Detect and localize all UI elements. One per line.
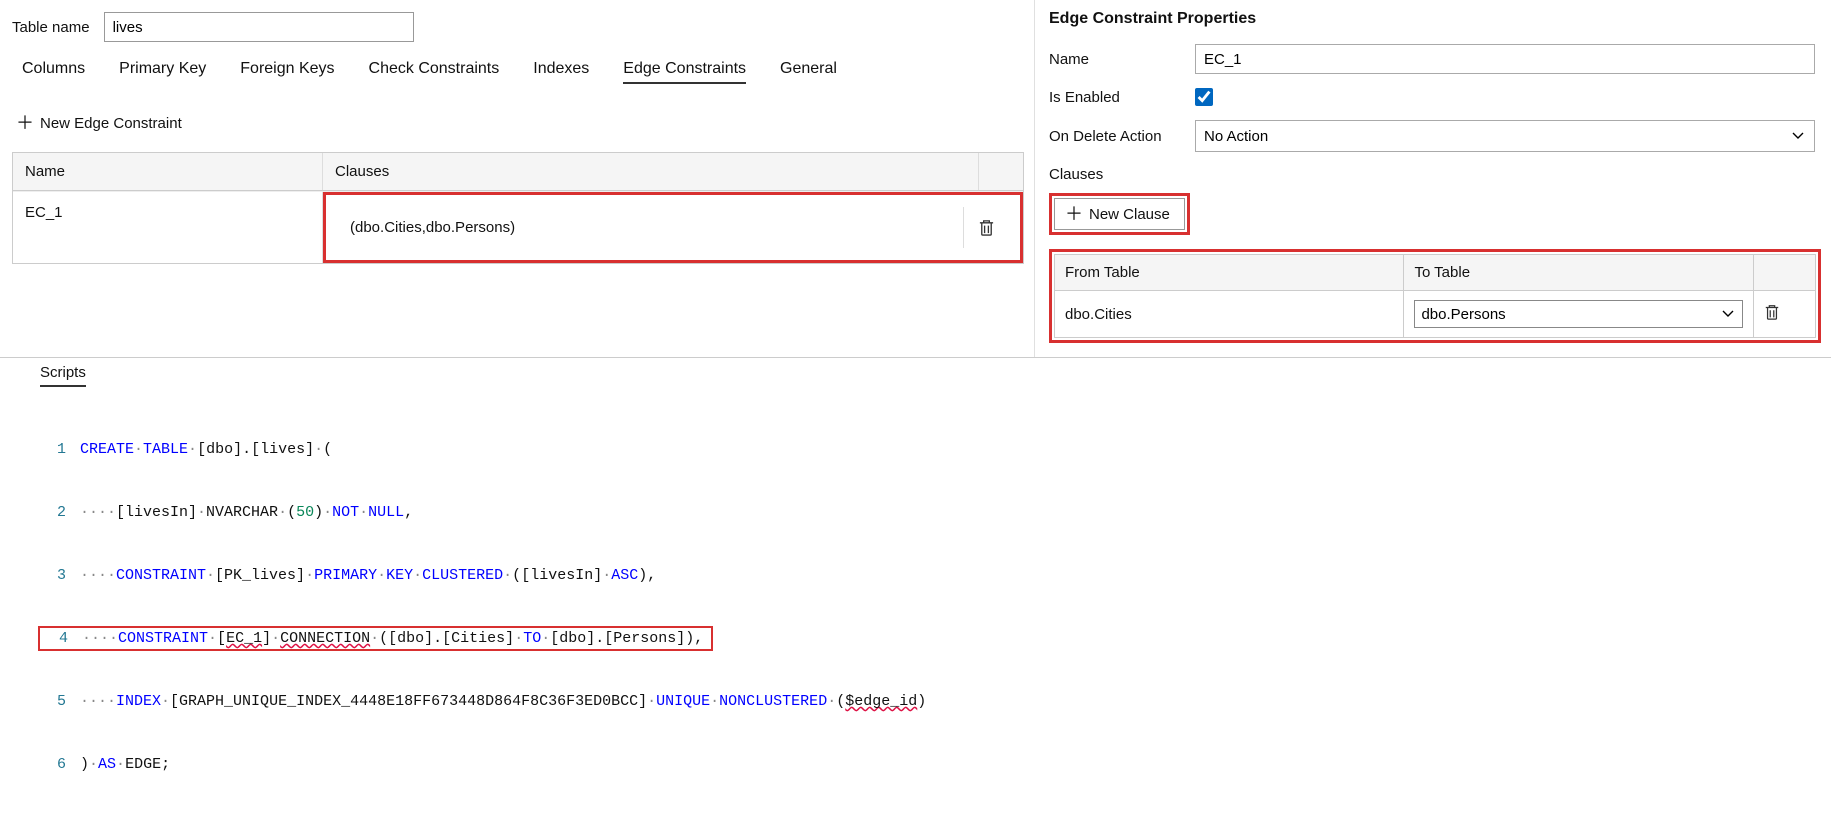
clause-header-to: To Table xyxy=(1404,255,1753,291)
prop-enabled-label: Is Enabled xyxy=(1049,89,1195,106)
grid-header-clauses: Clauses xyxy=(323,153,979,190)
prop-name-label: Name xyxy=(1049,51,1195,68)
tab-general[interactable]: General xyxy=(780,60,837,84)
designer-left-pane: Table name Columns Primary Key Foreign K… xyxy=(0,0,1035,357)
properties-pane: Edge Constraint Properties Name Is Enabl… xyxy=(1035,0,1831,357)
tab-primary-key[interactable]: Primary Key xyxy=(119,60,206,84)
scripts-panel: Scripts 1CREATE·TABLE·[dbo].[lives]·( 2·… xyxy=(0,358,1831,817)
new-clause-highlight: ＋ New Clause xyxy=(1049,193,1190,235)
tab-columns[interactable]: Columns xyxy=(22,60,85,84)
scripts-title: Scripts xyxy=(40,364,86,387)
prop-enabled-checkbox[interactable] xyxy=(1195,88,1213,106)
new-edge-constraint-label: New Edge Constraint xyxy=(40,115,182,132)
prop-delete-select[interactable]: No Action xyxy=(1195,120,1815,152)
clause-header-from: From Table xyxy=(1055,255,1404,291)
new-clause-label: New Clause xyxy=(1089,206,1170,223)
clause-row[interactable]: dbo.Cities dbo.Persons xyxy=(1055,291,1816,338)
prop-delete-label: On Delete Action xyxy=(1049,128,1195,145)
tab-check-constraints[interactable]: Check Constraints xyxy=(369,60,500,84)
row-name-cell[interactable]: EC_1 xyxy=(13,192,323,263)
trash-icon xyxy=(978,218,995,237)
clause-to-select[interactable]: dbo.Persons xyxy=(1414,300,1742,328)
new-clause-button[interactable]: ＋ New Clause xyxy=(1054,198,1185,230)
tab-bar: Columns Primary Key Foreign Keys Check C… xyxy=(12,60,1024,84)
edge-constraints-grid: Name Clauses EC_1 (dbo.Cities,dbo.Person… xyxy=(12,152,1024,264)
table-row[interactable]: EC_1 (dbo.Cities,dbo.Persons) xyxy=(13,191,1023,263)
tab-indexes[interactable]: Indexes xyxy=(533,60,589,84)
tab-foreign-keys[interactable]: Foreign Keys xyxy=(240,60,334,84)
trash-icon xyxy=(1764,303,1780,321)
properties-title: Edge Constraint Properties xyxy=(1049,10,1821,28)
row-clauses-cell[interactable]: (dbo.Cities,dbo.Persons) xyxy=(338,207,964,248)
prop-delete-row: On Delete Action No Action xyxy=(1049,120,1821,152)
clause-header-actions xyxy=(1753,255,1815,291)
plus-icon: ＋ xyxy=(16,114,34,132)
clause-to-cell[interactable]: dbo.Persons xyxy=(1404,291,1753,338)
grid-header-actions xyxy=(979,153,1023,190)
delete-row-button[interactable] xyxy=(964,207,1008,248)
prop-name-row: Name xyxy=(1049,44,1821,74)
grid-header-name: Name xyxy=(13,153,323,190)
tab-edge-constraints[interactable]: Edge Constraints xyxy=(623,60,746,84)
table-name-input[interactable] xyxy=(104,12,414,42)
clauses-subtitle: Clauses xyxy=(1049,166,1821,183)
grid-header: Name Clauses xyxy=(13,153,1023,191)
table-name-row: Table name xyxy=(12,12,1024,42)
prop-name-input[interactable] xyxy=(1195,44,1815,74)
clause-table-highlight: From Table To Table dbo.Cities dbo.Perso… xyxy=(1049,249,1821,343)
plus-icon: ＋ xyxy=(1065,205,1083,223)
row-clauses-highlight: (dbo.Cities,dbo.Persons) xyxy=(323,192,1023,263)
table-name-label: Table name xyxy=(12,19,90,36)
clause-from-cell[interactable]: dbo.Cities xyxy=(1055,291,1404,338)
prop-enabled-row: Is Enabled xyxy=(1049,88,1821,106)
clause-delete-cell[interactable] xyxy=(1753,291,1815,338)
new-edge-constraint-button[interactable]: ＋ New Edge Constraint xyxy=(12,112,186,134)
script-editor[interactable]: 1CREATE·TABLE·[dbo].[lives]·( 2····[live… xyxy=(38,397,1831,817)
clause-table: From Table To Table dbo.Cities dbo.Perso… xyxy=(1054,254,1816,338)
